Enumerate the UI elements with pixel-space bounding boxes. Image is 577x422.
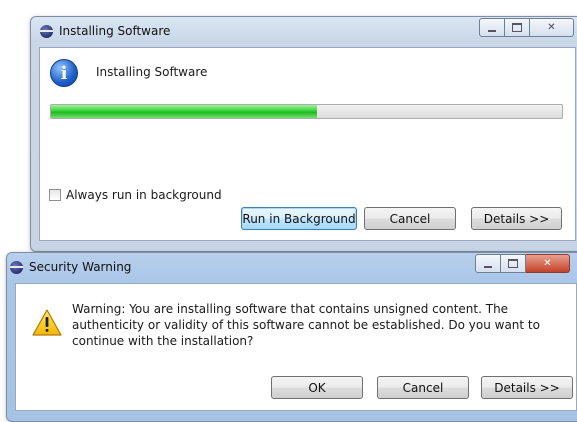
minimize-icon	[484, 265, 492, 268]
window-controls: ✕	[475, 254, 570, 273]
info-icon: i	[50, 59, 78, 87]
dialog-body: Warning: You are installing software tha…	[15, 283, 577, 411]
close-button[interactable]: ✕	[530, 18, 574, 37]
close-icon: ✕	[547, 22, 556, 33]
cancel-button[interactable]: Cancel	[364, 207, 456, 230]
always-run-in-background-option[interactable]: Always run in background	[49, 188, 222, 202]
cancel-button[interactable]: Cancel	[377, 376, 469, 399]
title-bar[interactable]: Security Warning ✕	[7, 253, 577, 283]
eclipse-icon	[40, 25, 53, 38]
window-title: Security Warning	[29, 260, 132, 274]
close-icon: ✕	[543, 258, 552, 269]
details-button[interactable]: Details >>	[471, 207, 562, 230]
run-in-background-button[interactable]: Run in Background	[241, 207, 357, 230]
dialog-heading: Installing Software	[96, 65, 208, 79]
minimize-icon	[488, 29, 496, 32]
window-controls: ✕	[479, 18, 574, 37]
maximize-button[interactable]	[501, 254, 526, 273]
installing-software-window: Installing Software ✕ i Installing Softw…	[30, 16, 577, 252]
minimize-button[interactable]	[479, 18, 505, 37]
details-button[interactable]: Details >>	[481, 376, 573, 399]
window-title: Installing Software	[59, 24, 171, 38]
maximize-icon	[508, 259, 518, 268]
eclipse-icon	[10, 261, 23, 274]
maximize-icon	[512, 23, 522, 32]
progress-fill	[51, 105, 317, 118]
minimize-button[interactable]	[475, 254, 501, 273]
checkbox-label: Always run in background	[66, 188, 222, 202]
close-button[interactable]: ✕	[526, 254, 570, 273]
security-warning-window: Security Warning ✕ Warning: You are inst…	[6, 252, 577, 422]
warning-message: Warning: You are installing software tha…	[72, 302, 540, 348]
warning-icon	[32, 309, 62, 336]
always-run-in-background-checkbox[interactable]	[49, 189, 61, 201]
maximize-button[interactable]	[505, 18, 530, 37]
ok-button[interactable]: OK	[271, 376, 363, 399]
dialog-body: i Installing Software Always run in back…	[39, 47, 576, 241]
title-bar[interactable]: Installing Software ✕	[31, 17, 577, 47]
progress-bar	[50, 104, 563, 119]
